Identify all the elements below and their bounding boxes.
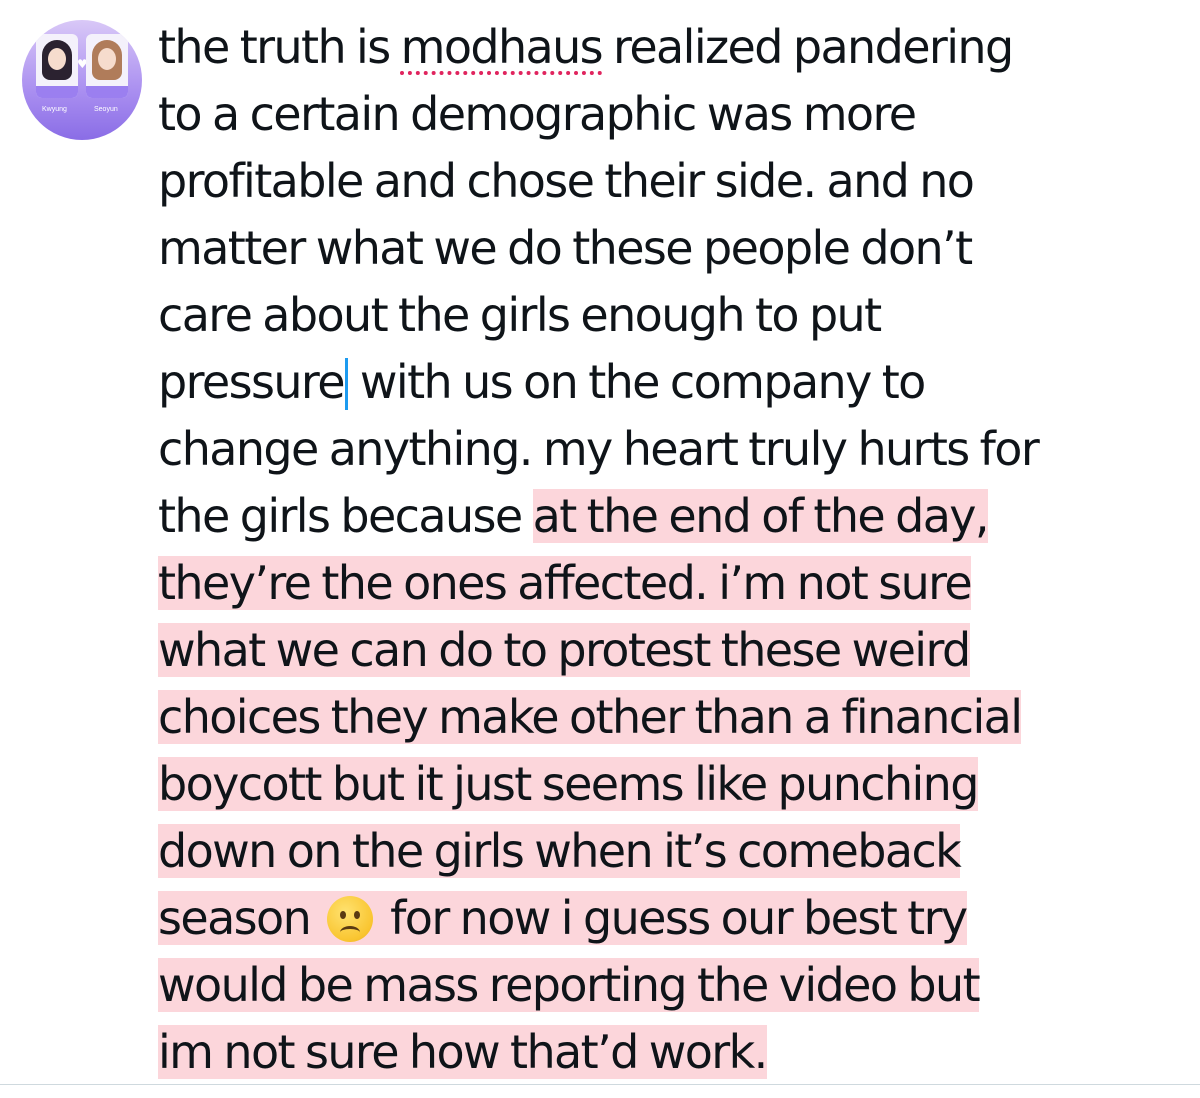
tweet-line: the truth is modhaus realized pandering <box>158 14 1188 81</box>
tweet-text-segment: care about the girls enough to put <box>158 288 882 342</box>
highlighted-text: choices they make other than a financial <box>158 690 1023 744</box>
tweet-line: would be mass reporting the video but <box>158 952 1188 1019</box>
tweet-line: down on the girls when it’s comeback <box>158 818 1188 885</box>
tweet-line: im not sure how that’d work. <box>158 1019 1188 1086</box>
tweet-line: matter what we do these people don’t <box>158 215 1188 282</box>
tweet-line: what we can do to protest these weird <box>158 617 1188 684</box>
tweet-text-segment: the truth is <box>158 20 401 74</box>
avatar-right-name: Seoyun <box>94 106 118 113</box>
tweet-text-segment: change anything. my heart truly hurts fo… <box>158 422 1040 476</box>
tweet-line: they’re the ones affected. i’m not sure <box>158 550 1188 617</box>
tweet-line: to a certain demographic was more <box>158 81 1188 148</box>
tweet-text-segment: profitable and chose their side. and no <box>158 154 975 208</box>
avatar[interactable]: ♥ Kwyung Seoyun <box>22 20 142 140</box>
tweet-text[interactable]: the truth is modhaus realized pandering t… <box>158 14 1188 1086</box>
avatar-left-name: Kwyung <box>42 106 67 113</box>
highlighted-text: season <box>158 891 322 945</box>
divider <box>0 1084 1200 1085</box>
frowning-face-icon <box>327 896 374 942</box>
highlighted-text: for now i guess our best try <box>379 891 968 945</box>
tweet-line: change anything. my heart truly hurts fo… <box>158 416 1188 483</box>
highlighted-text: down on the girls when it’s comeback <box>158 824 962 878</box>
tweet-text-segment: matter what we do these people don’t <box>158 221 973 275</box>
tweet-text-segment: with us on the company to <box>348 355 926 409</box>
highlighted-text: boycott but it just seems like punching <box>158 757 979 811</box>
highlighted-text: would be mass reporting the video but <box>158 958 981 1012</box>
tweet-line: care about the girls enough to put <box>158 282 1188 349</box>
tweet-line: the girls because at the end of the day, <box>158 483 1188 550</box>
tweet-line: boycott but it just seems like punching <box>158 751 1188 818</box>
highlighted-text: they’re the ones affected. i’m not sure <box>158 556 973 610</box>
tweet-line: choices they make other than a financial <box>158 684 1188 751</box>
tweet-text-segment: realized pandering <box>602 20 1014 74</box>
highlighted-text: at the end of the day, <box>532 489 990 543</box>
text-cursor <box>344 358 348 410</box>
highlighted-text: what we can do to protest these weird <box>158 623 971 677</box>
highlighted-text: im not sure how that’d work. <box>158 1025 768 1079</box>
misspelled-word: modhaus <box>400 20 604 74</box>
tweet-line: pressure with us on the company to <box>158 349 1188 416</box>
avatar-photo-left <box>36 34 78 98</box>
tweet-text-segment: the girls because <box>158 489 533 543</box>
avatar-photo-right <box>86 34 128 98</box>
tweet-text-segment: pressure <box>158 355 345 409</box>
tweet-line: profitable and chose their side. and no <box>158 148 1188 215</box>
tweet-text-segment: to a certain demographic was more <box>158 87 917 141</box>
emoji-wrap <box>321 891 380 945</box>
tweet-line: season for now i guess our best try <box>158 885 1188 952</box>
